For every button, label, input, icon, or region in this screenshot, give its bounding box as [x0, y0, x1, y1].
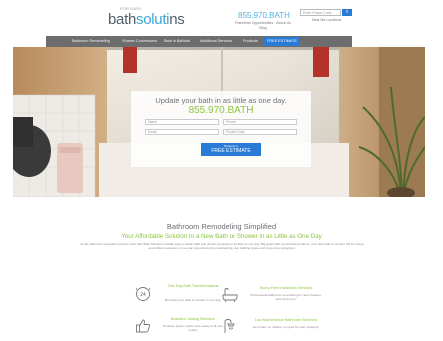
- email-field[interactable]: Email: [145, 129, 219, 135]
- logo-main-text: bath: [108, 11, 136, 28]
- feature-text-one-day: Remodel your bath or shower in one day.: [164, 298, 222, 302]
- feature-title-one-day: One-Day Bath Transformations: [167, 284, 219, 288]
- free-estimate-button[interactable]: Request a FREE ESTIMATE: [201, 143, 261, 156]
- main-nav: Bathroom Remodeling Shower Conversions B…: [46, 36, 352, 47]
- header-links: Franchise Opportunities · About Us Blog: [233, 21, 293, 31]
- nav-item-bathroom-remodeling[interactable]: Bathroom Remodeling: [72, 36, 110, 47]
- section-subtitle: Your Affordable Solution to a New Bath o…: [121, 233, 322, 240]
- feature-title-catalog: Beautiful Catalog Selection: [170, 317, 216, 321]
- nav-free-estimate-button[interactable]: FREE ESTIMATE: [264, 37, 300, 46]
- feature-title-worry-free: Worry-Free Installation Services: [259, 286, 313, 290]
- estimate-form-panel: Update your bath in as little as one day…: [131, 91, 311, 167]
- nav-item-bath-in-bathtub[interactable]: Bath in Bathtub: [164, 36, 190, 47]
- nav-item-additional-services[interactable]: Additional Services: [200, 36, 232, 47]
- logo-accent-text: soluti: [136, 11, 170, 28]
- postal-search-button[interactable]: »: [342, 9, 352, 16]
- nav-item-products[interactable]: Products: [243, 36, 258, 47]
- postal-code-field[interactable]: Postal Code: [223, 129, 297, 135]
- phone-field[interactable]: Phone: [223, 119, 297, 125]
- logo-end-text: ns: [169, 11, 185, 28]
- header-phone-link[interactable]: 855.970.BATH: [238, 11, 290, 20]
- svg-text:24: 24: [140, 292, 146, 298]
- header-links-line2[interactable]: Blog: [233, 26, 293, 31]
- locator-link[interactable]: Near Me Locations: [312, 18, 341, 22]
- name-field[interactable]: Name: [145, 119, 219, 125]
- bathtub-icon: [222, 288, 238, 303]
- feature-text-catalog: Timeless styles, colors and variety to f…: [162, 324, 224, 333]
- nav-item-shower-conversions[interactable]: Shower Conversions: [122, 36, 157, 47]
- shower-icon: [224, 319, 235, 333]
- clock-24-icon: 24: [135, 287, 151, 301]
- feature-text-low-maintenance: No mould, no mildew, so good for easy cl…: [252, 325, 320, 329]
- feature-title-low-maintenance: Low-Maintenance Bathroom Solutions: [254, 318, 318, 322]
- section-title: Bathroom Remodeling Simplified: [166, 222, 277, 231]
- thumbs-up-icon: [136, 319, 151, 333]
- section-body: At the bathroom renovation experts, Five…: [80, 242, 364, 251]
- hero-phone-link[interactable]: 855.970.BATH: [131, 105, 311, 116]
- hero-headline: Update your bath in as little as one day…: [155, 96, 287, 105]
- feature-text-worry-free: Professional bathroom remodeling for new…: [250, 293, 322, 302]
- site-header: FOR EASY bathsolutins 855.970.BATH Franc…: [0, 0, 443, 36]
- postal-code-input[interactable]: Enter Postal Code: [300, 9, 341, 16]
- free-estimate-button-label: FREE ESTIMATE: [211, 148, 251, 154]
- logo[interactable]: bathsolutins: [108, 11, 185, 28]
